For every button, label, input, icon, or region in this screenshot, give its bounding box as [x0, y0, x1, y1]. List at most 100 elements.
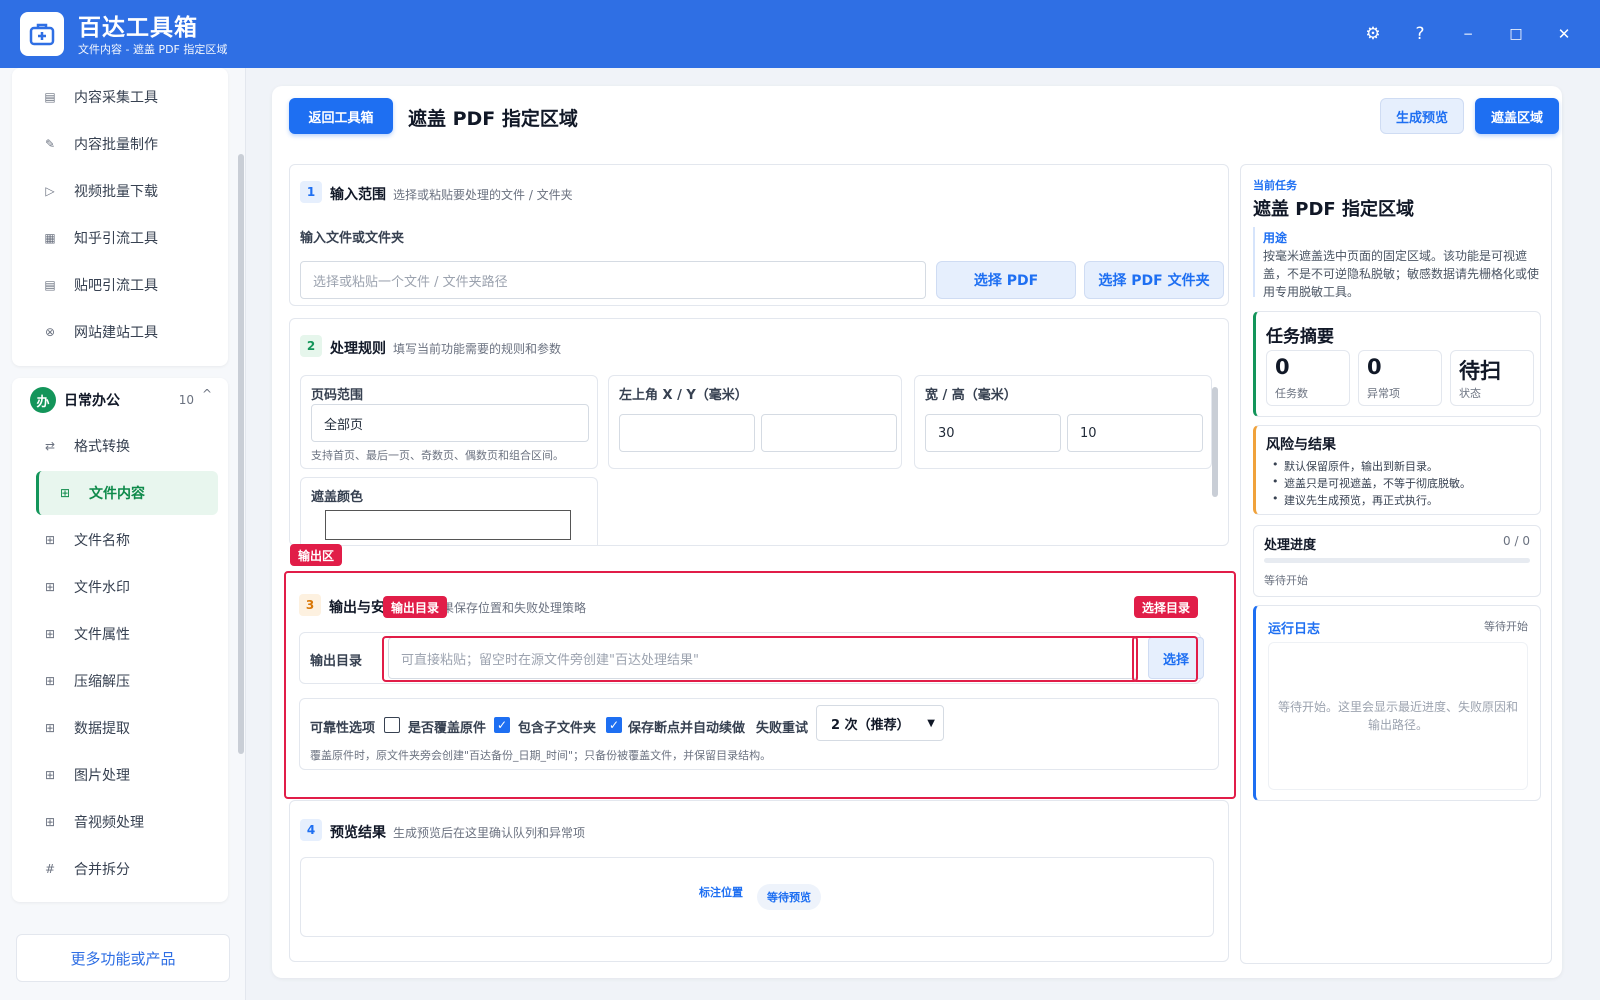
processing-rules-card: 2 处理规则 填写当前功能需要的规则和参数 页码范围 全部页 支持首页、最后一页… [289, 318, 1229, 546]
output-dir-label: 输出目录 [310, 654, 363, 669]
stat-error-count: 0 异常项 [1358, 350, 1442, 406]
sidebar-item-compress[interactable]: ⊞ 压缩解压 [24, 661, 206, 701]
minimize-button[interactable]: − [1454, 20, 1482, 48]
close-button[interactable]: ✕ [1550, 20, 1578, 48]
sidebar-item-label: 视频批量下载 [74, 184, 158, 200]
resume-checkbox[interactable]: ✓ [606, 717, 622, 733]
log-title: 运行日志 [1268, 622, 1321, 637]
group-count: 10 [178, 393, 194, 407]
sidebar-item-label: 内容采集工具 [74, 90, 158, 106]
page-range-hint: 支持首页、最后一页、奇数页、偶数页和组合区间。 [311, 449, 564, 462]
chevron-up-icon[interactable]: ^ [202, 387, 212, 401]
x-input[interactable] [619, 414, 755, 452]
mask-color-swatch[interactable] [325, 510, 571, 540]
settings-gear-icon[interactable]: ⚙ [1359, 20, 1387, 48]
retry-label: 失败重试 [756, 721, 809, 736]
rules-scrollbar[interactable] [1212, 387, 1218, 497]
subfolder-checkbox[interactable]: ✓ [494, 717, 510, 733]
mark-position-label: 标注位置 [699, 886, 743, 899]
overwrite-checkbox[interactable] [384, 717, 400, 733]
page-range-input[interactable]: 全部页 [311, 404, 589, 442]
sidebar-item-label: 内容批量制作 [74, 137, 158, 153]
section-title: 处理规则 [330, 341, 386, 357]
retry-select[interactable]: 2 次（推荐） ▼ [816, 705, 944, 741]
maximize-button[interactable]: □ [1502, 20, 1530, 48]
sidebar-item-content-collect[interactable]: ▤ 内容采集工具 [24, 77, 206, 117]
help-icon[interactable]: ? [1406, 20, 1434, 48]
xy-label: 左上角 X / Y（毫米） [619, 388, 748, 403]
progress-card: 处理进度 0 / 0 等待开始 [1253, 525, 1541, 597]
summary-title: 任务摘要 [1266, 327, 1334, 347]
section-desc: 选择或粘贴要处理的文件 / 文件夹 [393, 188, 573, 202]
sidebar-item-zhihu[interactable]: ▦ 知乎引流工具 [24, 218, 206, 258]
log-area: 等待开始。这里会显示最近进度、失败原因和输出路径。 [1268, 642, 1528, 790]
choose-pdf-button[interactable]: 选择 PDF [936, 261, 1076, 299]
sidebar-scrollbar[interactable] [238, 154, 244, 754]
overwrite-note: 覆盖原件时，原文件夹旁会创建"百达备份_日期_时间"；只备份被覆盖文件，并保留目… [310, 749, 772, 762]
sidebar-item-website[interactable]: ⊗ 网站建站工具 [24, 312, 206, 352]
office-badge-icon: 办 [30, 387, 56, 413]
sidebar-item-image[interactable]: ⊞ 图片处理 [24, 755, 206, 795]
grid-icon: ⊞ [44, 768, 56, 782]
sidebar-item-av[interactable]: ⊞ 音视频处理 [24, 802, 206, 842]
main-panel: 返回工具箱 遮盖 PDF 指定区域 生成预览 遮盖区域 1 输入范围 选择或粘贴… [272, 86, 1562, 978]
app-subtitle: 文件内容 - 遮盖 PDF 指定区域 [78, 43, 228, 56]
input-field-label: 输入文件或文件夹 [300, 231, 405, 246]
sidebar-item-file-content[interactable]: ⊞ 文件内容 [36, 471, 218, 515]
sidebar-item-batch-make[interactable]: ✎ 内容批量制作 [24, 124, 206, 164]
sidebar-item-format-convert[interactable]: ⇄ 格式转换 [24, 426, 206, 466]
choose-pdf-folder-button[interactable]: 选择 PDF 文件夹 [1084, 261, 1224, 299]
grid-icon: ⊞ [44, 674, 56, 688]
sidebar-item-video-download[interactable]: ▷ 视频批量下载 [24, 171, 206, 211]
sidebar-group-header[interactable]: 办 日常办公 10 ^ [20, 380, 220, 420]
more-products-button[interactable]: 更多功能或产品 [16, 934, 230, 982]
risk-results-card: 风险与结果 默认保留原件，输出到新目录。 遮盖只是可视遮盖，不等于彻底脱敏。 建… [1253, 425, 1541, 515]
input-path-field[interactable]: 选择或粘贴一个文件 / 文件夹路径 [300, 261, 926, 299]
toolbox-logo-icon [20, 12, 64, 56]
output-dir-highlight [382, 636, 1138, 682]
stat-status: 待扫 状态 [1450, 350, 1534, 406]
sidebar-item-label: 网站建站工具 [74, 325, 158, 341]
section-title: 输入范围 [330, 187, 386, 203]
grid-icon: ⊞ [44, 533, 56, 547]
step-number: 4 [300, 819, 322, 841]
apply-mask-button[interactable]: 遮盖区域 [1475, 98, 1559, 134]
sidebar-item-label: 格式转换 [74, 439, 130, 455]
app-title: 百达工具箱 [78, 15, 198, 41]
progress-status: 等待开始 [1264, 574, 1308, 587]
grid-icon: ⊞ [44, 721, 56, 735]
sidebar-item-file-attr[interactable]: ⊞ 文件属性 [24, 614, 206, 654]
globe-icon: ⊗ [44, 325, 56, 339]
retry-value: 2 次（推荐） [831, 717, 910, 733]
resume-label: 保存断点并自动续做 [628, 721, 746, 736]
output-area-tag: 输出区 [290, 544, 343, 566]
stat-label: 任务数 [1275, 387, 1308, 400]
task-info-panel: 当前任务 遮盖 PDF 指定区域 用途 按毫米遮盖选中页面的固定区域。该功能是可… [1240, 164, 1552, 964]
y-input[interactable] [761, 414, 897, 452]
sidebar-item-label: 合并拆分 [74, 862, 130, 878]
sidebar-item-data-extract[interactable]: ⊞ 数据提取 [24, 708, 206, 748]
section-title: 预览结果 [330, 825, 386, 841]
section-desc: 填写当前功能需要的规则和参数 [393, 342, 562, 356]
sidebar-item-tieba[interactable]: ▤ 贴吧引流工具 [24, 265, 206, 305]
sidebar-item-file-name[interactable]: ⊞ 文件名称 [24, 520, 206, 560]
sidebar-item-label: 压缩解压 [74, 674, 130, 690]
hash-icon: # [44, 862, 56, 876]
width-input[interactable]: 30 [925, 414, 1061, 452]
group-name: 日常办公 [64, 393, 120, 409]
sidebar-item-merge-split[interactable]: # 合并拆分 [24, 849, 206, 889]
stat-label: 异常项 [1367, 387, 1400, 400]
xy-group: 左上角 X / Y（毫米） [608, 375, 902, 469]
sidebar-item-label: 数据提取 [74, 721, 130, 737]
generate-preview-button[interactable]: 生成预览 [1380, 98, 1464, 134]
sidebar-item-label: 文件名称 [74, 533, 130, 549]
title-bar: 百达工具箱 文件内容 - 遮盖 PDF 指定区域 ⚙ ? − □ ✕ [0, 0, 1600, 68]
wh-group: 宽 / 高（毫米） 30 10 [914, 375, 1212, 469]
sidebar-item-watermark[interactable]: ⊞ 文件水印 [24, 567, 206, 607]
pen-icon: ✎ [44, 137, 56, 151]
reliability-label: 可靠性选项 [310, 721, 376, 736]
height-input[interactable]: 10 [1067, 414, 1203, 452]
overwrite-label: 是否覆盖原件 [408, 721, 487, 736]
back-to-toolbox-button[interactable]: 返回工具箱 [289, 98, 393, 134]
section-desc: 生成预览后在这里确认队列和异常项 [393, 826, 586, 840]
